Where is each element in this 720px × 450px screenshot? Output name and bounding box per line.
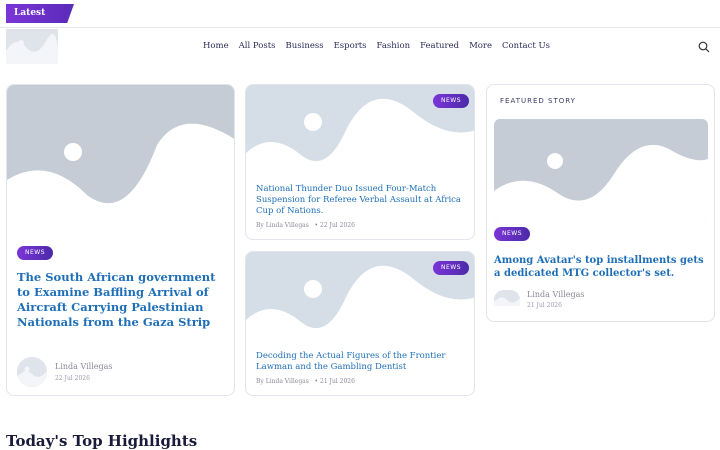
nav-contact-us[interactable]: Contact Us bbox=[502, 41, 550, 51]
category-badge[interactable]: NEWS bbox=[494, 227, 531, 241]
mid-story-card[interactable]: NEWS National Thunder Duo Issued Four-Ma… bbox=[245, 84, 475, 240]
post-meta: By Linda Villegas • 22 Jul 2026 bbox=[256, 222, 355, 229]
featured-story-label: FEATURED STORY bbox=[500, 97, 576, 105]
section-title: Today's Top Highlights bbox=[6, 432, 198, 450]
site-header: Home All Posts Business Esports Fashion … bbox=[0, 28, 720, 66]
mid-story-card[interactable]: NEWS Decoding the Actual Figures of the … bbox=[245, 251, 475, 396]
main-story-image bbox=[7, 85, 234, 236]
site-logo[interactable] bbox=[6, 29, 58, 64]
nav-featured[interactable]: Featured bbox=[420, 41, 459, 51]
nav-all-posts[interactable]: All Posts bbox=[239, 41, 276, 51]
main-story-card[interactable]: NEWS The South African government to Exa… bbox=[6, 84, 235, 396]
mid-story-title[interactable]: Decoding the Actual Figures of the Front… bbox=[256, 351, 466, 373]
featured-story-image bbox=[494, 119, 708, 220]
featured-story-card[interactable]: FEATURED STORY NEWS Among Avatar's top i… bbox=[486, 84, 715, 322]
search-icon[interactable] bbox=[698, 41, 710, 53]
post-date: 21 Jul 2026 bbox=[527, 302, 562, 309]
nav-more[interactable]: More bbox=[469, 41, 492, 51]
category-badge[interactable]: NEWS bbox=[433, 261, 470, 275]
featured-story-title[interactable]: Among Avatar's top installments gets a d… bbox=[494, 254, 708, 280]
mid-story-title[interactable]: National Thunder Duo Issued Four-Match S… bbox=[256, 184, 466, 217]
nav-business[interactable]: Business bbox=[286, 41, 324, 51]
category-badge[interactable]: NEWS bbox=[17, 246, 54, 260]
main-nav: Home All Posts Business Esports Fashion … bbox=[203, 41, 550, 51]
post-date: 22 Jul 2026 bbox=[55, 375, 90, 382]
post-meta: By Linda Villegas • 21 Jul 2026 bbox=[256, 378, 355, 385]
author-avatar bbox=[494, 290, 520, 306]
author-name[interactable]: Linda Villegas bbox=[527, 290, 585, 299]
nav-home[interactable]: Home bbox=[203, 41, 229, 51]
author-avatar bbox=[17, 357, 47, 387]
nav-esports[interactable]: Esports bbox=[334, 41, 367, 51]
latest-update-badge[interactable]: Latest Update bbox=[6, 4, 74, 23]
main-story-title[interactable]: The South African government to Examine … bbox=[17, 270, 227, 330]
top-bar: Latest Update bbox=[0, 0, 720, 28]
nav-fashion[interactable]: Fashion bbox=[377, 41, 411, 51]
author-name[interactable]: Linda Villegas bbox=[55, 362, 113, 371]
category-badge[interactable]: NEWS bbox=[433, 94, 470, 108]
